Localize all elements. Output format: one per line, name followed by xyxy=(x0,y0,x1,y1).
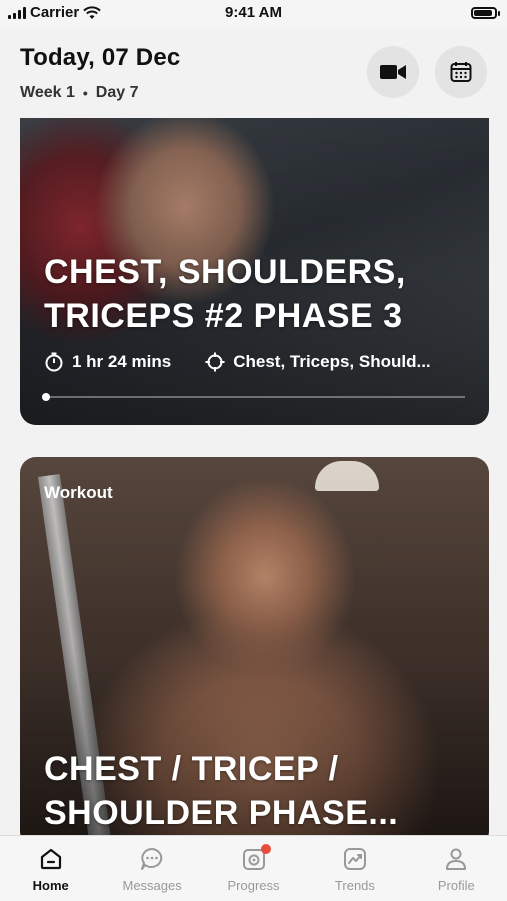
week-day-info: Week 1 • Day 7 xyxy=(20,84,138,102)
calendar-icon xyxy=(450,62,472,82)
tab-profile-label: Profile xyxy=(437,878,475,893)
calendar-button[interactable] xyxy=(435,46,487,98)
target-icon xyxy=(205,352,225,372)
card-meta: 1 hr 24 mins Chest, Triceps, Should... xyxy=(44,352,431,372)
battery-level xyxy=(474,10,492,16)
workout-card[interactable]: CHEST, SHOULDERS, TRICEPS #2 PHASE 3 1 h… xyxy=(20,118,489,425)
tab-profile[interactable]: Profile xyxy=(406,836,507,901)
tab-home[interactable]: Home xyxy=(0,836,101,901)
tab-trends[interactable]: Trends xyxy=(304,836,405,901)
messages-icon xyxy=(141,848,163,870)
notification-badge xyxy=(260,844,271,854)
header: Today, 07 Dec Week 1 • Day 7 xyxy=(0,28,507,118)
progress-indicator xyxy=(42,393,50,401)
stopwatch-icon xyxy=(45,352,63,372)
card-tag: Workout xyxy=(44,483,113,502)
card-title: CHEST / TRICEP / SHOULDER PHASE... xyxy=(44,750,399,832)
card-title: CHEST, SHOULDERS, TRICEPS #2 PHASE 3 xyxy=(44,253,406,335)
battery-icon xyxy=(471,7,500,19)
workout-card[interactable]: Workout CHEST / TRICEP / SHOULDER PHASE.… xyxy=(20,457,489,847)
tab-progress-label: Progress xyxy=(227,878,280,893)
video-button[interactable] xyxy=(367,46,419,98)
tab-messages[interactable]: Messages xyxy=(101,836,202,901)
muscles-label: Chest, Triceps, Should... xyxy=(233,352,431,371)
duration-label: 1 hr 24 mins xyxy=(72,352,172,371)
trends-icon xyxy=(343,848,366,870)
status-bar: Carrier 9:41 AM xyxy=(0,0,507,28)
tab-trends-label: Trends xyxy=(334,878,375,893)
video-camera-icon xyxy=(380,65,406,79)
day-label: Day 7 xyxy=(95,84,139,101)
home-icon xyxy=(40,848,61,870)
page-title: Today, 07 Dec xyxy=(20,44,181,71)
progress-track xyxy=(42,393,465,401)
status-time: 9:41 AM xyxy=(225,4,282,21)
week-label: Week 1 xyxy=(20,84,75,101)
profile-icon xyxy=(446,848,467,870)
tab-home-label: Home xyxy=(32,878,69,893)
tab-bar: Home Messages Progress Trends Profile xyxy=(0,835,507,901)
tab-progress[interactable]: Progress xyxy=(203,836,304,901)
separator-dot: • xyxy=(82,85,88,101)
tab-messages-label: Messages xyxy=(122,878,182,893)
